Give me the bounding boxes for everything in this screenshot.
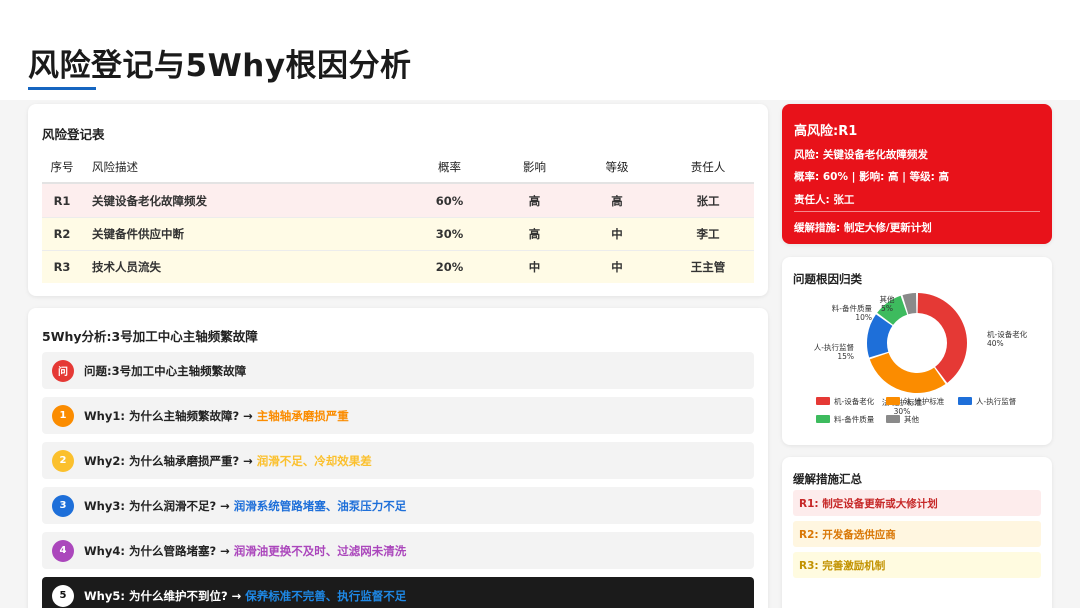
mitigation-card: 缓解措施汇总 R1: 制定设备更新或大修计划 R2: 开发备选供应商 R3: 完… xyxy=(782,457,1052,608)
legend-swatch xyxy=(886,397,900,405)
slice-category-label: 机-设备老化 xyxy=(987,329,1028,339)
high-risk-card: 高风险:R1 风险: 关键设备老化故障频发 概率: 60% | 影响: 高 | … xyxy=(782,104,1052,244)
risk-register-title: 风险登记表 xyxy=(42,127,105,142)
slice-value-label: 5% xyxy=(881,304,893,313)
cell-level: 中 xyxy=(611,260,623,274)
arrow-icon: → xyxy=(231,588,242,603)
why-step-4: 4 Why4: 为什么管路堵塞? → 润滑油更换不及时、过滤网未清洗 xyxy=(42,532,754,569)
cell-prob: 20% xyxy=(435,260,464,274)
divider xyxy=(794,211,1040,212)
cell-prob: 30% xyxy=(435,227,464,241)
legend-label: 法-维护标准 xyxy=(904,396,945,406)
why-step-3: 3 Why3: 为什么润滑不足? → 润滑系统管路堵塞、油泵压力不足 xyxy=(42,487,754,524)
arrow-icon: → xyxy=(220,543,230,558)
col-header-level: 等级 xyxy=(605,160,629,174)
cell-level: 高 xyxy=(611,193,623,208)
cell-impact: 高 xyxy=(528,227,541,241)
cell-desc: 关键备件供应中断 xyxy=(92,227,184,241)
cell-desc: 关键设备老化故障频发 xyxy=(92,193,207,208)
slice-value-label: 15% xyxy=(837,352,854,361)
high-risk-desc: 风险: 关键设备老化故障频发 xyxy=(794,149,928,161)
arrow-icon: → xyxy=(220,498,230,513)
five-why-card: 5Why分析:3号加工中心主轴频繁故障 问 问题:3号加工中心主轴频繁故障 1 … xyxy=(28,308,768,608)
root-cause-card: 问题根因归类 机-设备老化 40% 法-维护标准 30% 人-执行监督 15% 料-备件质量… xyxy=(782,257,1052,445)
why-step-5: 5 Why5: 为什么维护不到位? → 保养标准不完善、执行监督不足 xyxy=(42,577,754,608)
why-question: Why1: 为什么主轴频繁故障? xyxy=(84,408,240,423)
why-question: Why2: 为什么轴承磨损严重? xyxy=(84,453,240,468)
table-row: R1 关键设备老化故障频发 60% 高 高 张工 xyxy=(42,184,754,217)
why-answer: 主轴轴承磨损严重 xyxy=(256,408,349,423)
risk-register-card: 风险登记表 序号 风险描述 概率 影响 等级 责任人 R1 关键设备老化故障频发… xyxy=(28,104,768,296)
why-question: Why3: 为什么润滑不足? xyxy=(84,498,217,513)
why-problem: 问 问题:3号加工中心主轴频繁故障 xyxy=(42,352,754,389)
badge-icon: 1 xyxy=(52,404,74,427)
legend-swatch xyxy=(816,397,830,405)
slice-category-label: 其他 xyxy=(880,294,895,304)
cell-impact: 中 xyxy=(528,260,541,274)
high-risk-title: 高风险:R1 xyxy=(794,124,858,139)
why-answer: 润滑不足、冷却效果差 xyxy=(256,453,372,468)
pie-slice xyxy=(917,293,967,383)
badge-icon: 3 xyxy=(52,494,74,517)
why-question: Why4: 为什么管路堵塞? xyxy=(84,543,217,558)
legend-label: 人-执行监督 xyxy=(976,396,1017,406)
why-question: 问题:3号加工中心主轴频繁故障 xyxy=(84,363,247,378)
risk-table: 序号 风险描述 概率 影响 等级 责任人 R1 关键设备老化故障频发 60% 高… xyxy=(42,152,754,283)
slice-value-label: 40% xyxy=(987,339,1004,348)
cell-owner: 张工 xyxy=(696,193,720,208)
slice-category-label: 人-执行监督 xyxy=(814,342,855,352)
arrow-icon: → xyxy=(243,408,253,423)
col-header-desc: 风险描述 xyxy=(92,160,138,174)
legend-label: 其他 xyxy=(904,414,919,424)
table-row: R2 关键备件供应中断 30% 高 中 李工 xyxy=(42,217,754,250)
mitigation-item: R3: 完善激励机制 xyxy=(793,552,1041,578)
why-question: Why5: 为什么维护不到位? xyxy=(84,588,228,603)
mitigation-item: R1: 制定设备更新或大修计划 xyxy=(793,490,1041,516)
slice-value-label: 10% xyxy=(855,313,872,322)
badge-icon: 问 xyxy=(52,359,74,382)
root-cause-donut-chart: 机-设备老化40%法-维护标准30%人-执行监督15%料-备件质量10%其他5%… xyxy=(814,293,1028,424)
col-header-prob: 概率 xyxy=(438,160,461,174)
slice-category-label: 料-备件质量 xyxy=(832,303,873,313)
badge-icon: 2 xyxy=(52,449,74,472)
cell-desc: 技术人员流失 xyxy=(92,260,161,274)
legend-label: 料-备件质量 xyxy=(834,414,875,424)
cell-id: R1 xyxy=(53,193,71,208)
legend-label: 机-设备老化 xyxy=(834,396,875,406)
cell-owner: 王主管 xyxy=(690,260,726,274)
cell-id: R3 xyxy=(53,260,71,274)
high-risk-mitigation: 缓解措施: 制定大修/更新计划 xyxy=(794,222,932,234)
cell-level: 中 xyxy=(611,227,623,241)
col-header-id: 序号 xyxy=(50,160,74,174)
why-answer: 润滑油更换不及时、过滤网未清洗 xyxy=(233,543,407,558)
col-header-owner: 责任人 xyxy=(690,160,726,174)
why-step-1: 1 Why1: 为什么主轴频繁故障? → 主轴轴承磨损严重 xyxy=(42,397,754,434)
cell-id: R2 xyxy=(53,227,71,241)
why-answer: 润滑系统管路堵塞、油泵压力不足 xyxy=(233,498,407,513)
five-why-title: 5Why分析:3号加工中心主轴频繁故障 xyxy=(42,329,258,344)
badge-icon: 5 xyxy=(52,584,74,607)
risk-table-header: 序号 风险描述 概率 影响 等级 责任人 xyxy=(42,152,754,184)
page-header: 风险登记与5Why根因分析 xyxy=(0,0,1080,100)
why-step-2: 2 Why2: 为什么轴承磨损严重? → 润滑不足、冷却效果差 xyxy=(42,442,754,479)
pie-slice xyxy=(869,352,946,393)
title-underline xyxy=(28,87,96,90)
high-risk-metrics: 概率: 60% | 影响: 高 | 等级: 高 xyxy=(794,171,949,183)
high-risk-owner: 责任人: 张工 xyxy=(794,194,855,206)
mitigation-title: 缓解措施汇总 xyxy=(793,472,862,486)
mitigation-item: R2: 开发备选供应商 xyxy=(793,521,1041,547)
arrow-icon: → xyxy=(243,453,253,468)
why-answer: 保养标准不完善、执行监督不足 xyxy=(245,588,407,603)
page-title: 风险登记与5Why根因分析 xyxy=(28,48,412,84)
legend-swatch xyxy=(886,415,900,423)
table-row: R3 技术人员流失 20% 中 中 王主管 xyxy=(42,250,754,283)
legend-swatch xyxy=(958,397,972,405)
legend-swatch xyxy=(816,415,830,423)
cell-impact: 高 xyxy=(528,193,541,208)
col-header-impact: 影响 xyxy=(523,160,546,174)
badge-icon: 4 xyxy=(52,539,74,562)
cell-owner: 李工 xyxy=(696,227,720,241)
cell-prob: 60% xyxy=(435,193,464,208)
